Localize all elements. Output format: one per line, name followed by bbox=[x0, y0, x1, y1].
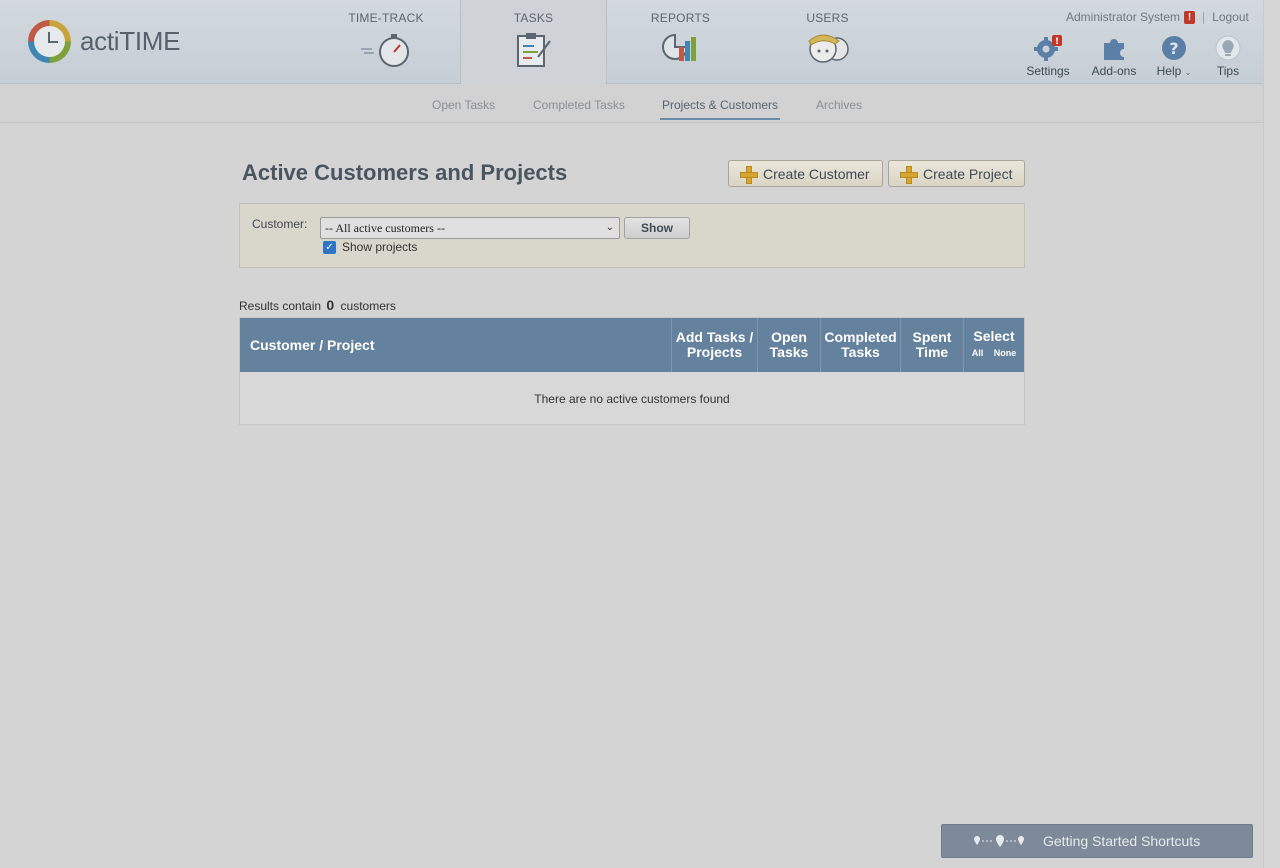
customers-table: Customer / Project Add Tasks / Projects … bbox=[239, 317, 1025, 425]
shortcuts-label: Getting Started Shortcuts bbox=[1043, 833, 1201, 849]
user-area: Administrator System ! | Logout bbox=[1066, 10, 1249, 24]
create-customer-label: Create Customer bbox=[763, 165, 870, 182]
column-add-tasks: Add Tasks / Projects bbox=[671, 318, 757, 372]
chevron-down-icon: ⌄ bbox=[1184, 68, 1192, 77]
column-completed-tasks: Completed Tasks bbox=[820, 318, 900, 372]
column-label: Spent bbox=[912, 329, 952, 345]
select-all-link[interactable]: All bbox=[972, 348, 984, 358]
show-projects-label: Show projects bbox=[342, 240, 418, 254]
tab-reports[interactable]: REPORTS bbox=[607, 0, 754, 84]
customer-filter-label: Customer: bbox=[252, 217, 308, 231]
top-header: actiTIME TIME-TRACK TASKS REPORTS USERS … bbox=[0, 0, 1263, 91]
tab-users[interactable]: USERS bbox=[754, 0, 901, 84]
vertical-scrollbar[interactable] bbox=[1263, 0, 1280, 868]
app-name: actiTIME bbox=[80, 26, 181, 56]
column-label: Tasks bbox=[769, 344, 809, 360]
show-projects-option[interactable]: ✓ Show projects bbox=[323, 240, 417, 254]
logout-link[interactable]: Logout bbox=[1212, 10, 1249, 24]
chart-icon bbox=[661, 33, 696, 61]
column-label: Add Tasks / bbox=[675, 329, 754, 345]
svg-text:?: ? bbox=[1169, 39, 1178, 58]
results-prefix: Results contain bbox=[239, 299, 322, 313]
tips-label: Tips bbox=[1216, 64, 1240, 78]
getting-started-shortcuts-button[interactable]: Getting Started Shortcuts bbox=[941, 824, 1253, 858]
stopwatch-icon bbox=[361, 34, 409, 67]
column-select: Select All None bbox=[963, 318, 1024, 372]
results-count: 0 bbox=[326, 297, 335, 313]
column-label: Customer / Project bbox=[250, 336, 375, 353]
column-label: Time bbox=[915, 344, 949, 360]
alert-icon[interactable]: ! bbox=[1184, 10, 1196, 24]
help-menu[interactable]: ? Help ⌄ bbox=[1155, 34, 1193, 78]
settings-label: Settings bbox=[1026, 64, 1070, 78]
plus-icon bbox=[900, 165, 918, 184]
tab-label: TASKS bbox=[513, 11, 554, 25]
select-none-link[interactable]: None bbox=[994, 348, 1017, 358]
column-spent-time: Spent Time bbox=[900, 318, 963, 372]
chevron-down-icon: ⌄ bbox=[605, 222, 614, 233]
clock-logo-icon bbox=[28, 20, 71, 63]
show-projects-checkbox[interactable]: ✓ bbox=[323, 240, 336, 254]
tab-time-track[interactable]: TIME-TRACK bbox=[311, 0, 461, 84]
column-label: Select bbox=[973, 328, 1015, 344]
tab-label: TIME-TRACK bbox=[348, 11, 424, 25]
create-customer-button[interactable]: Create Customer bbox=[728, 160, 883, 187]
username-link[interactable]: Administrator System bbox=[1066, 10, 1180, 24]
subtab-completed-tasks[interactable]: Completed Tasks bbox=[533, 98, 625, 112]
tab-tasks[interactable]: TASKS bbox=[460, 0, 607, 85]
addons-label: Add-ons bbox=[1091, 64, 1137, 78]
page-title: Active Customers and Projects bbox=[242, 160, 568, 185]
subtab-projects-customers[interactable]: Projects & Customers bbox=[659, 98, 781, 120]
settings-badge: ! bbox=[1055, 37, 1059, 47]
table-header: Customer / Project Add Tasks / Projects … bbox=[240, 318, 1024, 372]
column-open-tasks: Open Tasks bbox=[757, 318, 820, 372]
sub-navigation: Open Tasks Completed Tasks Projects & Cu… bbox=[0, 84, 1263, 123]
gear-icon: ! bbox=[1034, 35, 1062, 61]
app-logo[interactable]: actiTIME bbox=[28, 20, 180, 63]
subtab-archives[interactable]: Archives bbox=[816, 98, 862, 112]
puzzle-icon bbox=[1104, 39, 1124, 60]
customer-filter-panel: Customer: -- All active customers -- ⌄ S… bbox=[239, 203, 1025, 268]
empty-message: There are no active customers found bbox=[534, 392, 730, 406]
clipboard-icon bbox=[516, 33, 551, 67]
plus-icon bbox=[740, 165, 758, 184]
create-project-button[interactable]: Create Project bbox=[888, 160, 1026, 187]
results-summary: Results contain 0 customers bbox=[239, 297, 396, 313]
column-label: Open bbox=[771, 329, 807, 345]
tab-label: USERS bbox=[806, 11, 849, 25]
help-icon: ? bbox=[1162, 36, 1186, 60]
lightbulb-icon bbox=[1215, 35, 1241, 61]
show-button[interactable]: Show bbox=[624, 217, 690, 239]
create-project-label: Create Project bbox=[923, 165, 1013, 182]
divider: | bbox=[1202, 10, 1206, 24]
users-icon bbox=[807, 34, 849, 63]
tab-label: REPORTS bbox=[650, 11, 711, 25]
map-pins-icon bbox=[974, 835, 1024, 847]
column-customer-project[interactable]: Customer / Project bbox=[240, 318, 671, 372]
customer-select[interactable]: -- All active customers -- ⌄ bbox=[320, 217, 620, 239]
results-suffix: customers bbox=[340, 299, 396, 313]
column-label: Projects bbox=[686, 344, 743, 360]
column-label: Tasks bbox=[841, 344, 880, 360]
column-label: Completed bbox=[824, 329, 897, 345]
help-label: Help bbox=[1156, 64, 1182, 78]
tips-button[interactable]: Tips bbox=[1212, 34, 1244, 78]
subtab-open-tasks[interactable]: Open Tasks bbox=[432, 98, 495, 112]
customer-select-value: -- All active customers -- bbox=[325, 221, 445, 235]
